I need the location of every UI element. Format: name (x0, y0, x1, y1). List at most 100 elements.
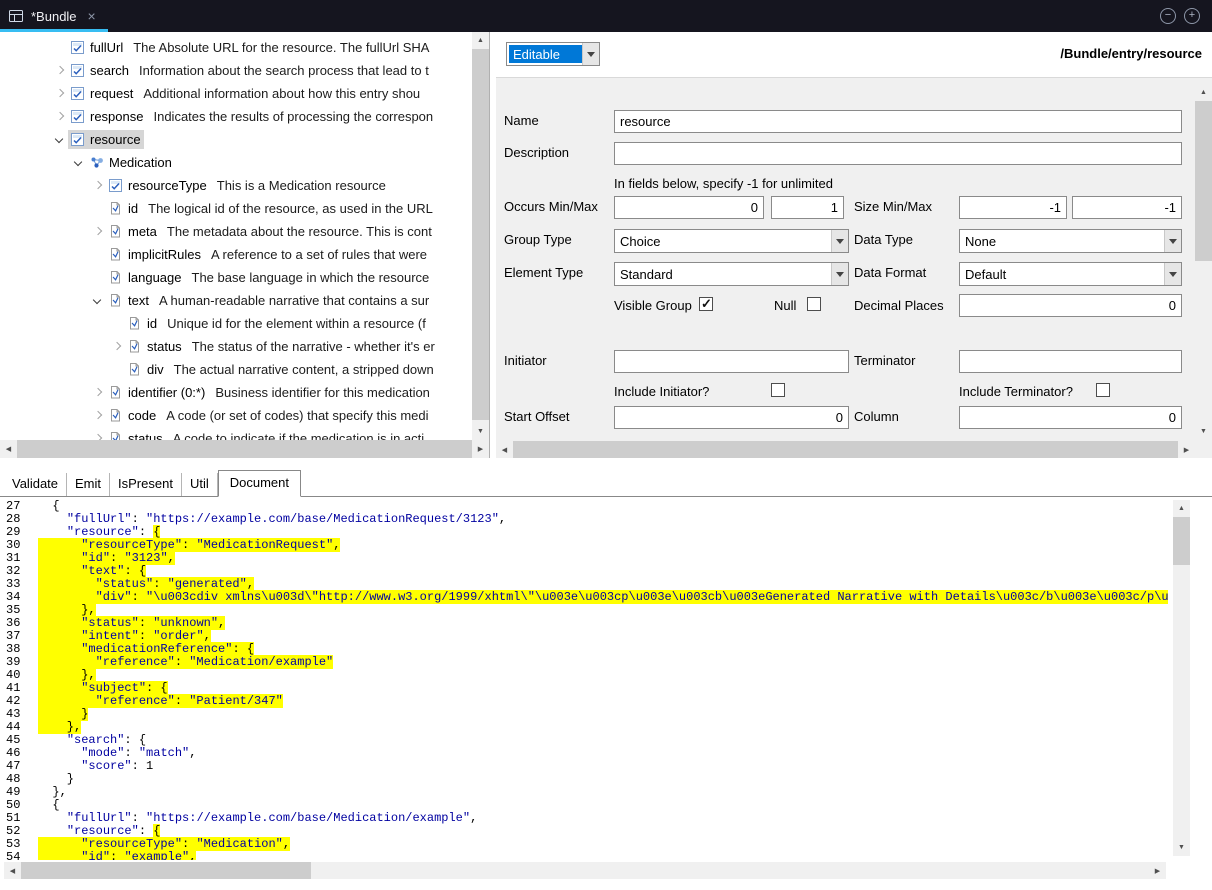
scroll-up-icon[interactable]: ▲ (1173, 500, 1190, 517)
terminator-input[interactable] (959, 350, 1182, 373)
tab-emit[interactable]: Emit (67, 473, 110, 496)
tree-vertical-scrollbar[interactable]: ▲ ▼ (472, 32, 489, 440)
window-maximize-button[interactable]: + (1184, 8, 1200, 24)
tree-node[interactable]: id (106, 199, 141, 218)
tree-node[interactable]: div (125, 360, 167, 379)
tree-node[interactable]: status (106, 429, 166, 440)
description-input[interactable] (614, 142, 1182, 165)
tree-node[interactable]: fullUrl (68, 38, 126, 57)
name-input[interactable] (614, 110, 1182, 133)
tree-item-response[interactable]: responseIndicates the results of process… (0, 105, 472, 128)
tree-node[interactable]: language (106, 268, 185, 287)
element-type-dropdown[interactable]: Standard (614, 262, 849, 286)
tree-item-resource[interactable]: resource (0, 128, 472, 151)
chevron-down-icon[interactable] (831, 230, 848, 252)
data-type-dropdown[interactable]: None (959, 229, 1182, 253)
scroll-right-icon[interactable]: ▶ (1178, 441, 1195, 458)
chevron-down-icon[interactable] (1164, 230, 1181, 252)
scroll-right-icon[interactable]: ▶ (472, 440, 489, 457)
window-minimize-button[interactable]: − (1160, 8, 1176, 24)
occurs-min-input[interactable] (614, 196, 764, 219)
tree-item-implicitRules[interactable]: implicitRulesA reference to a set of rul… (0, 243, 472, 266)
tree-item-div[interactable]: divThe actual narrative content, a strip… (0, 358, 472, 381)
tree-item-search[interactable]: searchInformation about the search proce… (0, 59, 472, 82)
tree-item-Medication[interactable]: Medication (0, 151, 472, 174)
tree-node[interactable]: implicitRules (106, 245, 204, 264)
mode-dropdown[interactable]: Editable (506, 42, 600, 66)
data-format-dropdown[interactable]: Default (959, 262, 1182, 286)
tree-item-request[interactable]: requestAdditional information about how … (0, 82, 472, 105)
scroll-thumb[interactable] (21, 862, 311, 879)
initiator-input[interactable] (614, 350, 849, 373)
scroll-thumb[interactable] (1173, 517, 1190, 565)
tree-node[interactable]: code (106, 406, 159, 425)
decimal-places-input[interactable] (959, 294, 1182, 317)
expand-chevron-icon[interactable] (109, 339, 125, 355)
tree-item-fullUrl[interactable]: fullUrlThe Absolute URL for the resource… (0, 36, 472, 59)
tree-item-resourceType[interactable]: resourceTypeThis is a Medication resourc… (0, 174, 472, 197)
scroll-thumb[interactable] (513, 441, 1178, 458)
code-vertical-scrollbar[interactable]: ▲ ▼ (1173, 500, 1190, 856)
tree-node[interactable]: text (106, 291, 152, 310)
close-tab-icon[interactable]: × (88, 8, 96, 24)
size-max-input[interactable] (1072, 196, 1182, 219)
tree-node[interactable]: identifier (0:*) (106, 383, 208, 402)
tree-node[interactable]: meta (106, 222, 160, 241)
collapse-chevron-icon[interactable] (90, 293, 106, 309)
tree-node[interactable]: id (125, 314, 160, 333)
properties-vertical-scrollbar[interactable]: ▲ ▼ (1195, 84, 1212, 440)
properties-horizontal-scrollbar[interactable]: ◀ ▶ (496, 441, 1195, 458)
tab-validate[interactable]: Validate (4, 473, 67, 496)
expand-chevron-icon[interactable] (52, 63, 68, 79)
scroll-up-icon[interactable]: ▲ (1195, 84, 1212, 101)
expand-chevron-icon[interactable] (90, 224, 106, 240)
collapse-chevron-icon[interactable] (52, 132, 68, 148)
tree-item-language[interactable]: languageThe base language in which the r… (0, 266, 472, 289)
tree-horizontal-scrollbar[interactable]: ◀ ▶ (0, 440, 489, 458)
expand-chevron-icon[interactable] (52, 109, 68, 125)
tree-item-text[interactable]: textA human-readable narrative that cont… (0, 289, 472, 312)
chevron-down-icon[interactable] (831, 263, 848, 285)
column-input[interactable] (959, 406, 1182, 429)
scroll-right-icon[interactable]: ▶ (1149, 862, 1166, 879)
null-checkbox[interactable] (807, 297, 821, 311)
tree-node[interactable]: resourceType (106, 176, 210, 195)
scroll-down-icon[interactable]: ▼ (1173, 839, 1190, 856)
expand-chevron-icon[interactable] (90, 408, 106, 424)
expand-chevron-icon[interactable] (90, 385, 106, 401)
tree-node[interactable]: request (68, 84, 136, 103)
tree-item-status[interactable]: statusA code to indicate if the medicati… (0, 427, 472, 440)
tree-node[interactable]: response (68, 107, 146, 126)
collapse-chevron-icon[interactable] (71, 155, 87, 171)
scroll-thumb[interactable] (1195, 101, 1212, 261)
scroll-down-icon[interactable]: ▼ (472, 423, 489, 440)
tab-util[interactable]: Util (182, 473, 218, 496)
group-type-dropdown[interactable]: Choice (614, 229, 849, 253)
start-offset-input[interactable] (614, 406, 849, 429)
tree-item-id[interactable]: idThe logical id of the resource, as use… (0, 197, 472, 220)
tree-node[interactable]: Medication (87, 153, 175, 172)
include-initiator-checkbox[interactable] (771, 383, 785, 397)
expand-chevron-icon[interactable] (90, 431, 106, 441)
occurs-max-input[interactable] (771, 196, 844, 219)
document-tab-bundle[interactable]: *Bundle × (0, 0, 108, 32)
scroll-down-icon[interactable]: ▼ (1195, 423, 1212, 440)
scroll-up-icon[interactable]: ▲ (472, 32, 489, 49)
tree-item-identifier (0:*)[interactable]: identifier (0:*)Business identifier for … (0, 381, 472, 404)
expand-chevron-icon[interactable] (90, 178, 106, 194)
tree-node[interactable]: status (125, 337, 185, 356)
tree-node[interactable]: search (68, 61, 132, 80)
tree-item-id[interactable]: idUnique id for the element within a res… (0, 312, 472, 335)
tree-item-meta[interactable]: metaThe metadata about the resource. Thi… (0, 220, 472, 243)
scroll-thumb[interactable] (472, 49, 489, 420)
expand-chevron-icon[interactable] (52, 86, 68, 102)
size-min-input[interactable] (959, 196, 1067, 219)
scroll-left-icon[interactable]: ◀ (0, 440, 17, 457)
chevron-down-icon[interactable] (1164, 263, 1181, 285)
tab-ispresent[interactable]: IsPresent (110, 473, 182, 496)
visible-group-checkbox[interactable] (699, 297, 713, 311)
tree-item-code[interactable]: codeA code (or set of codes) that specif… (0, 404, 472, 427)
scroll-left-icon[interactable]: ◀ (4, 862, 21, 879)
tab-document[interactable]: Document (218, 470, 301, 497)
code-horizontal-scrollbar[interactable]: ◀ ▶ (4, 862, 1166, 879)
